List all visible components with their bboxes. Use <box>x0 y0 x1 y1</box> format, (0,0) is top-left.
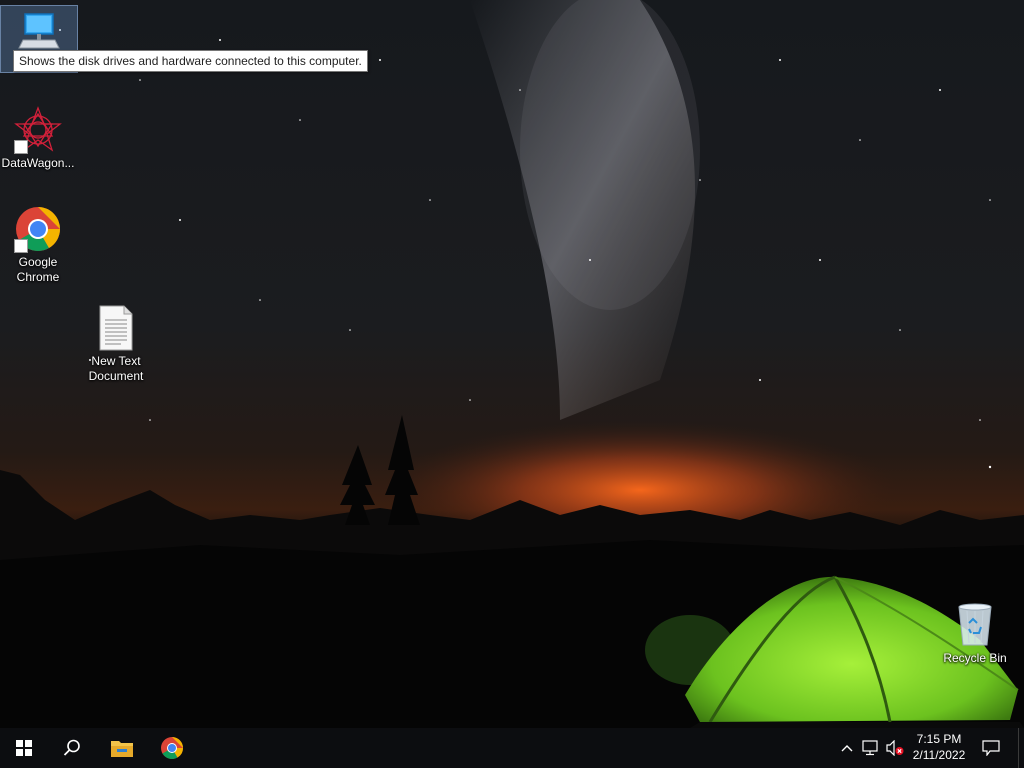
recycle-bin-label: Recycle Bin <box>943 651 1007 665</box>
network-icon <box>862 740 878 756</box>
taskbar-file-explorer[interactable] <box>98 728 146 768</box>
show-desktop-button[interactable] <box>1018 728 1024 768</box>
clock-date: 2/11/2022 <box>912 748 966 762</box>
clock[interactable]: 7:15 PM 2/11/2022 <box>906 731 972 763</box>
tooltip: Shows the disk drives and hardware conne… <box>13 50 368 72</box>
shortcut-arrow-icon <box>14 239 28 253</box>
clock-time: 7:15 PM <box>916 732 962 746</box>
text-document-icon <box>92 304 140 352</box>
taskbar-chrome[interactable] <box>148 728 196 768</box>
desktop-icon-new-text-document[interactable]: New Text Document <box>78 304 154 384</box>
google-chrome-label: Google Chrome <box>16 255 60 284</box>
desktop-icon-google-chrome[interactable]: Google Chrome <box>0 205 76 285</box>
taskbar: 7:15 PM 2/11/2022 <box>0 728 1024 768</box>
volume-button[interactable] <box>884 728 906 768</box>
search-button[interactable] <box>48 728 96 768</box>
action-center-button[interactable] <box>978 728 1004 768</box>
chrome-icon <box>161 737 183 759</box>
start-button[interactable] <box>0 728 48 768</box>
recycle-bin-icon <box>951 601 999 649</box>
chrome-icon <box>14 205 62 253</box>
desktop-icon-datawagon[interactable]: DataWagon... <box>0 106 76 171</box>
datawagon-icon <box>14 106 62 154</box>
desktop[interactable]: Shows the disk drives and hardware conne… <box>0 0 1024 728</box>
shortcut-arrow-icon <box>14 140 28 154</box>
desktop-icon-recycle-bin[interactable]: Recycle Bin <box>937 601 1013 666</box>
datawagon-label: DataWagon... <box>1 156 75 170</box>
volume-muted-icon <box>886 740 904 756</box>
chevron-up-icon <box>841 745 853 752</box>
new-text-document-label: New Text Document <box>88 354 144 383</box>
search-icon <box>63 739 80 756</box>
show-hidden-icons-button[interactable] <box>836 728 858 768</box>
windows-start-icon <box>16 740 32 756</box>
file-explorer-icon <box>111 741 133 757</box>
network-button[interactable] <box>860 728 882 768</box>
action-center-icon <box>982 740 1000 756</box>
